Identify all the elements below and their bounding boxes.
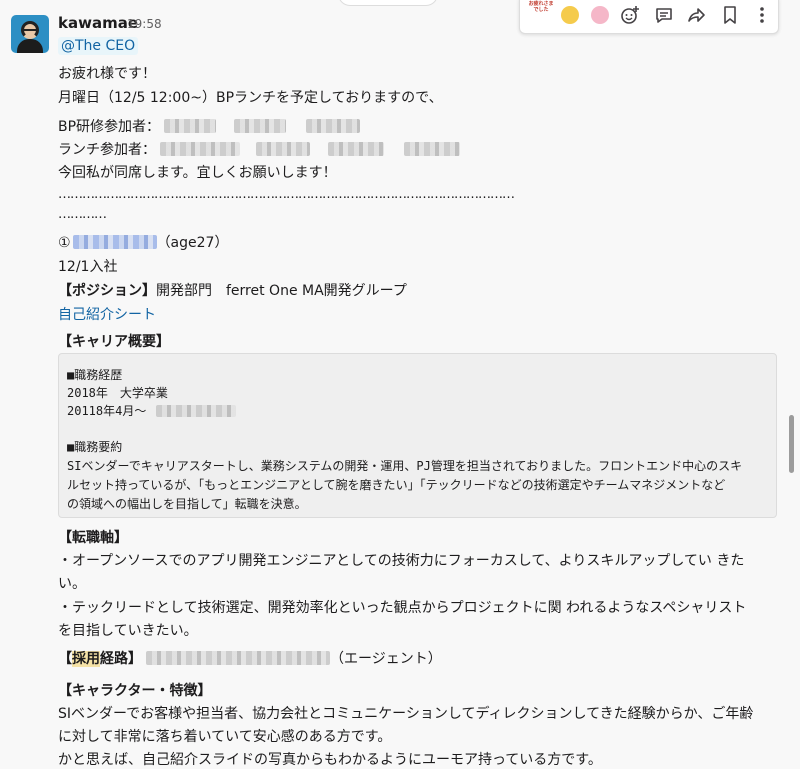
sender-name[interactable]: kawamae [58, 14, 138, 32]
redacted-name [328, 142, 384, 156]
emoji-face-pink[interactable] [588, 3, 612, 27]
separator-dots: …………………………………………………………………………………………………… [58, 187, 515, 202]
schedule-line: 月曜日（12/5 12:00~）BPランチを予定しておりますので、 [58, 90, 443, 106]
redacted-name [306, 119, 361, 133]
route-close: 経路】 [100, 651, 142, 667]
route-highlight: 採用 [72, 651, 100, 667]
lunch-line: ランチ参加者： [58, 139, 460, 159]
position-value: 開発部門 ferret One MA開発グループ [156, 283, 407, 299]
redacted-name [404, 142, 460, 156]
share-icon [688, 8, 705, 22]
route-open: 【 [58, 651, 72, 667]
add-reaction-icon [621, 6, 639, 24]
route-line: 【採用経路】 （エージェント） [58, 648, 442, 668]
avatar[interactable] [11, 15, 49, 53]
position-label: 【ポジション】 [58, 283, 156, 299]
axis-line: い。 [58, 576, 86, 592]
more-options-icon [760, 7, 764, 23]
axis-header: 【転職軸】 [58, 530, 128, 546]
redacted-company [156, 405, 237, 417]
avatar-body [17, 39, 43, 53]
bp-training-label: BP研修参加者： [58, 119, 161, 135]
mention-line: @The CEO [58, 37, 139, 55]
character-line: に対して非常に落ち着いていて安心感のある方です。 [58, 729, 392, 745]
thread-reply-icon [656, 8, 672, 23]
message-actions-toolbar: お疲れさまでした [519, 0, 779, 34]
reply-thread-button[interactable] [652, 3, 676, 27]
character-line: かと思えば、自己紹介スライドの写真からもわかるようにユーモア持っている方です。 [58, 752, 602, 768]
greeting-line: お疲れ様です！ [58, 66, 156, 82]
emoji-face-icon [561, 6, 579, 24]
message: kawamae 19:58 @The CEO お疲れ様です！ 月曜日（12/5 … [0, 0, 800, 768]
career-header: 【キャリア概要】 [58, 334, 170, 350]
redacted-person-name [72, 235, 157, 249]
person-age: （age27） [156, 235, 229, 251]
axis-line: を目指していきたい。 [58, 623, 198, 639]
add-reaction-button[interactable] [618, 3, 642, 27]
code-line: ■職務要約 [67, 440, 123, 454]
user-mention[interactable]: @The CEO [58, 37, 139, 55]
bookmark-icon [724, 6, 736, 24]
custom-emoji-otsukare[interactable]: お疲れさまでした [528, 1, 554, 29]
person-line: ① （age27） [58, 232, 228, 252]
career-code-block: ■職務経歴 2018年 大学卒業 20118年4月〜 ■職務要約 SIベンダーで… [58, 353, 777, 518]
redacted-name [234, 119, 287, 133]
code-line: ■職務経歴 [67, 368, 123, 382]
lunch-label: ランチ参加者： [58, 142, 156, 158]
code-line: ルセット持っているが、「もっとエンジニアとして腕を磨きたい」「テックリードなどの… [67, 478, 726, 492]
join-date: 12/1入社 [58, 259, 118, 275]
route-suffix: （エージェント） [330, 651, 442, 667]
redacted-name [164, 119, 217, 133]
bookmark-button[interactable] [718, 3, 742, 27]
emoji-face[interactable] [558, 3, 582, 27]
redacted-agent [146, 651, 330, 665]
more-options-button[interactable] [750, 3, 774, 27]
code-line: SIベンダーでキャリアスタートし、業務システムの開発・運用、PJ管理を担当されて… [67, 459, 743, 473]
redacted-name [160, 142, 240, 156]
code-line: 2018年 大学卒業 [67, 386, 168, 400]
intro-sheet-link[interactable]: 自己紹介シート [58, 304, 156, 324]
scrollbar-thumb[interactable] [789, 415, 794, 473]
separator-dots: ………… [58, 207, 107, 222]
redacted-name [256, 142, 310, 156]
emoji-face-pink-icon [591, 6, 609, 24]
bp-training-line: BP研修参加者： [58, 116, 361, 136]
code-text: 20118年4月〜 [67, 404, 147, 418]
share-button[interactable] [684, 3, 708, 27]
code-line: の領域への幅出しを目指して」転職を決意。 [67, 497, 307, 511]
message-timestamp[interactable]: 19:58 [127, 17, 162, 31]
attend-line: 今回私が同席します。宜しくお願いします！ [58, 165, 337, 181]
person-index: ① [58, 235, 71, 251]
axis-line: ・オープンソースでのアプリ開発エンジニアとしての技術力にフォーカスして、よりスキ… [58, 553, 745, 569]
character-line: SIベンダーでお客様や担当者、協力会社とコミュニケーションしてディレクションして… [58, 706, 754, 722]
avatar-glasses [24, 29, 36, 34]
character-header: 【キャラクター・特徴】 [58, 683, 212, 699]
position-line: 【ポジション】開発部門 ferret One MA開発グループ [58, 280, 407, 300]
code-line: 20118年4月〜 [67, 402, 237, 419]
axis-line: ・テックリードとして技術選定、開発効率化といった観点からプロジェクトに関 われる… [58, 600, 747, 616]
